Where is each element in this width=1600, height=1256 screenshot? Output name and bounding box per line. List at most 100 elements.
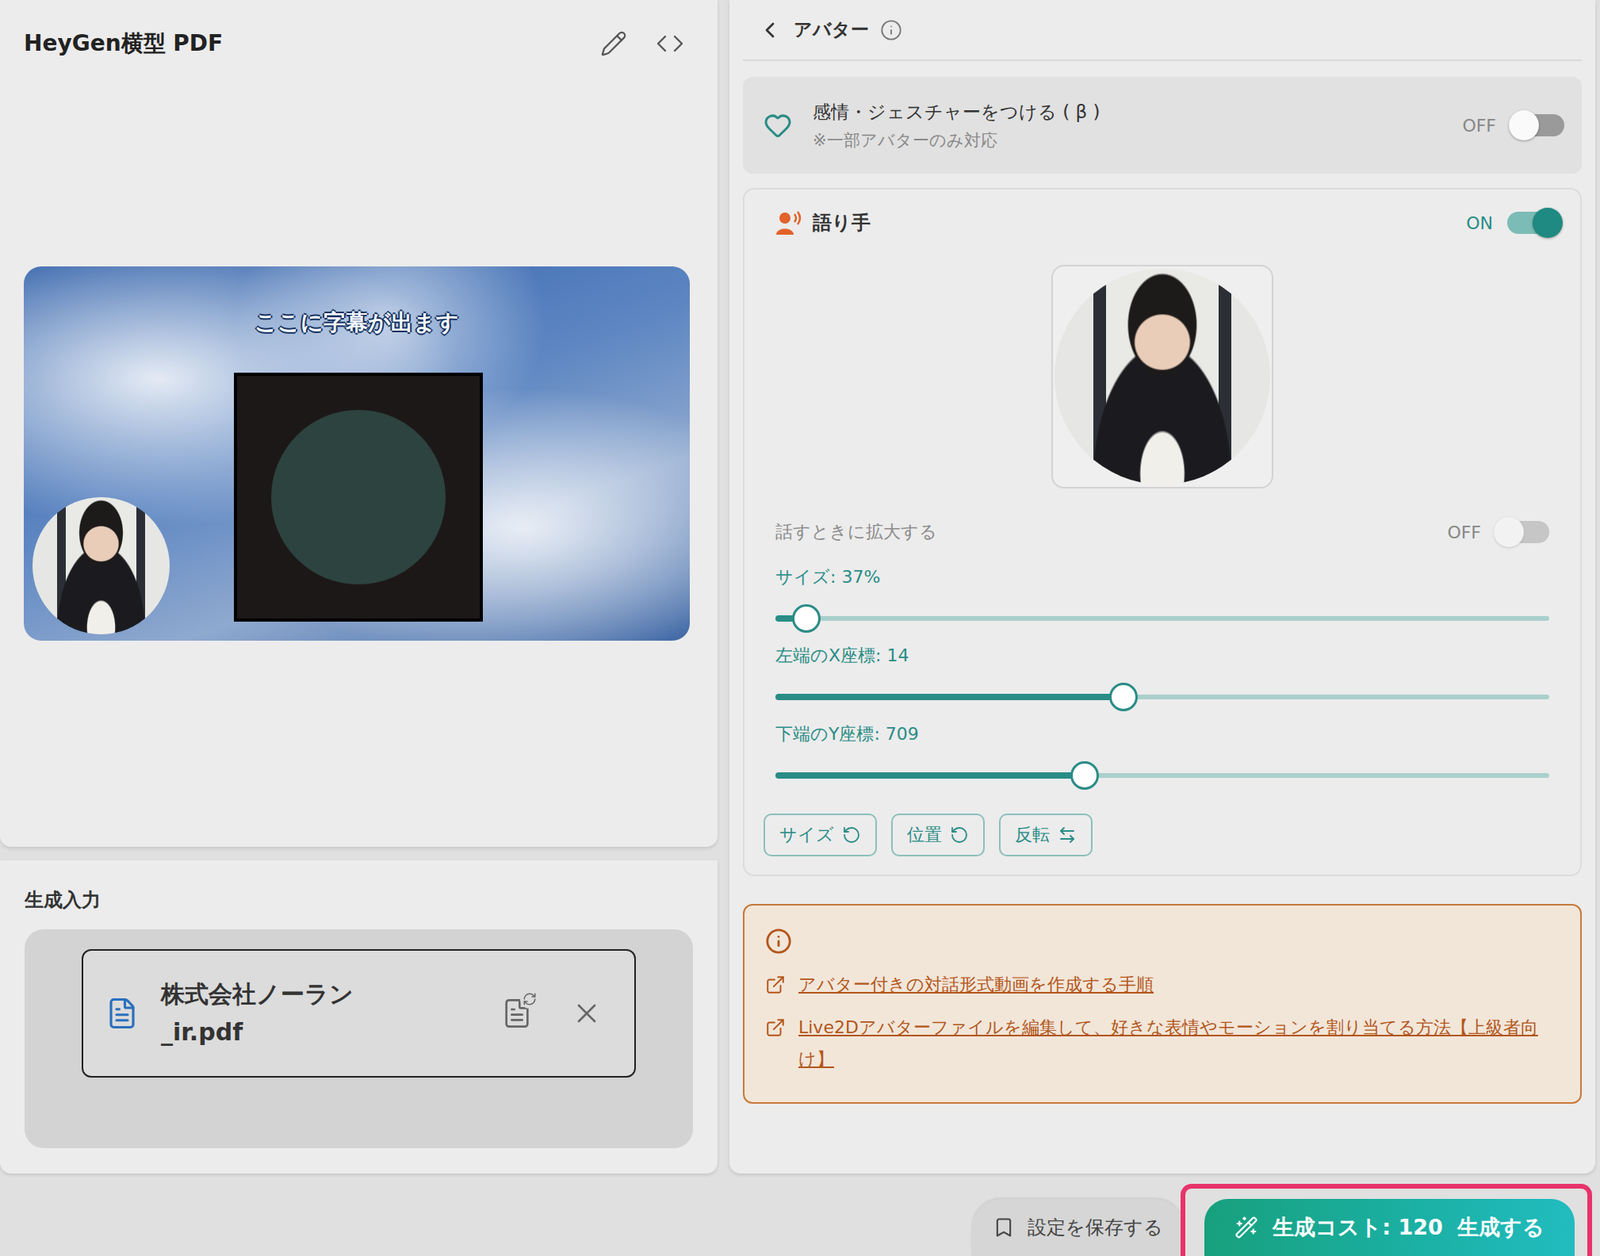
subtitle-text: ここに字幕が出ます [23, 307, 690, 338]
narrator-header: 語り手 ON [763, 209, 1562, 237]
editor-card: HeyGen横型 PDF ここに字幕が出ます [0, 0, 718, 847]
reset-icon [949, 825, 969, 845]
code-icon[interactable] [655, 29, 685, 58]
emotion-toggle-group: OFF [1462, 114, 1565, 137]
slider-track [775, 773, 1550, 778]
input-area: 株式会社ノーラン_ir.pdf [24, 929, 693, 1149]
slider-label: 下端のY座標: 709 [775, 722, 1550, 747]
info-box: アバター付きの対話形式動画を作成する手順 Live2Dアバターファイルを編集して、… [742, 903, 1582, 1104]
reset-button-row: サイズ 位置 反転 [763, 813, 1562, 857]
slider-group: 左端のX座標: 14 [775, 643, 1550, 713]
info-icon [765, 927, 793, 955]
help-link-row: アバター付きの対話形式動画を作成する手順 [765, 968, 1558, 1001]
heart-icon [763, 111, 793, 140]
slider-group: サイズ: 37% [775, 565, 1550, 635]
slider-thumb[interactable] [1109, 682, 1138, 712]
close-icon[interactable] [570, 997, 603, 1030]
emotion-card: 感情・ジェスチャーをつける ( β ) ※一部アバターのみ対応OFF [742, 76, 1582, 174]
link-list: アバター付きの対話形式動画を作成する手順 Live2Dアバターファイルを編集して、… [765, 968, 1558, 1076]
avatar-picker[interactable] [1051, 264, 1274, 489]
editor-header: HeyGen横型 PDF [23, 23, 693, 64]
avatar-photo [1054, 268, 1271, 485]
slider-fill [775, 772, 1085, 779]
link-icon-wrap [765, 1011, 786, 1044]
avatar-panel: アバター感情・ジェスチャーをつける ( β )※一部アバターのみ対応OFF語り手… [729, 0, 1596, 1174]
generate-button[interactable]: 生成コスト: 120生成する [1204, 1198, 1575, 1256]
page: HeyGen横型 PDF ここに字幕が出ます生成入力株式会社ノーラン_ir.pdf… [0, 0, 1600, 1256]
narrator-card: 語り手 ON 話すときに拡大する OFF サイズ: 37% 左端のX座標: 14 下端のY座… [742, 187, 1582, 877]
narrator-toggle[interactable] [1507, 211, 1562, 234]
external-link-icon [765, 974, 786, 996]
back-icon[interactable] [757, 17, 783, 43]
input-card: 生成入力株式会社ノーラン_ir.pdf [0, 860, 718, 1174]
slider-thumb[interactable] [792, 604, 821, 633]
speaker-icon [774, 209, 802, 237]
slider-label: 左端のX座標: 14 [775, 643, 1550, 668]
sample-logo [271, 409, 446, 585]
replace-file-button[interactable] [501, 997, 533, 1030]
slider-thumb[interactable] [1070, 761, 1099, 790]
file-name-line: 株式会社ノーラン [160, 975, 502, 1014]
editor-title: HeyGen横型 PDF [23, 28, 223, 59]
document-icon [105, 996, 139, 1030]
save-label: 設定を保存する [1027, 1214, 1164, 1241]
narrator-title: 語り手 [812, 210, 871, 236]
file-actions [501, 997, 603, 1030]
zoom-toggle-group: OFF [1446, 520, 1550, 544]
reset-button-label: 反転 [1014, 822, 1050, 847]
reset-button-label: サイズ [779, 822, 835, 847]
preview-avatar[interactable] [32, 497, 170, 635]
zoom-row: 話すときに拡大する OFF [775, 520, 1550, 544]
editor-actions [600, 29, 693, 58]
bookmark-icon [992, 1216, 1015, 1239]
external-link-icon [765, 1017, 786, 1038]
zoom-state: OFF [1446, 522, 1482, 543]
zoom-toggle[interactable] [1495, 520, 1550, 544]
reset-button-label: 位置 [907, 822, 942, 847]
file-card: 株式会社ノーラン_ir.pdf [81, 949, 636, 1078]
video-preview: ここに字幕が出ます [23, 266, 690, 641]
left-column: HeyGen横型 PDF ここに字幕が出ます生成入力株式会社ノーラン_ir.pdf [0, 0, 718, 1174]
refresh-icon [522, 991, 537, 1007]
wand-icon [1234, 1215, 1259, 1240]
file-name-line: _ir.pdf [160, 1013, 502, 1052]
help-link[interactable]: Live2Dアバターファイルを編集して、好きな表情やモーションを割り当てる方法【… [798, 1011, 1558, 1076]
emotion-note: ※一部アバターのみ対応 [812, 129, 1463, 152]
link-icon-wrap [765, 968, 786, 1001]
toggle-knob [1508, 110, 1539, 141]
info-icon[interactable] [880, 19, 903, 42]
slider-group: 下端のY座標: 709 [775, 722, 1550, 792]
emotion-toggle[interactable] [1510, 114, 1565, 137]
narrator-title-row: 語り手 [774, 209, 871, 237]
slider[interactable] [775, 759, 1550, 792]
panel-title: アバター [793, 17, 869, 43]
reset-button[interactable]: サイズ [763, 813, 877, 857]
toggle-knob [1493, 516, 1524, 548]
zoom-label: 話すときに拡大する [775, 520, 938, 544]
slider-section: 話すときに拡大する OFF サイズ: 37% 左端のX座標: 14 下端のY座標: 70… [763, 488, 1562, 792]
reset-button[interactable]: 反転 [999, 813, 1093, 857]
highlight-frame: 生成コスト: 120生成する [1180, 1183, 1593, 1256]
reset-icon [842, 825, 862, 845]
workspace: HeyGen横型 PDF ここに字幕が出ます生成入力株式会社ノーラン_ir.pdf… [0, 0, 1600, 1174]
slider[interactable] [775, 681, 1550, 713]
cost-label: 生成コスト: 120 [1272, 1213, 1444, 1242]
sample-image [233, 372, 483, 622]
footer-bar: 設定を保存する 生成コスト: 120生成する [0, 1173, 1600, 1256]
emotion-title: 感情・ジェスチャーをつける ( β ) [812, 99, 1463, 125]
slider[interactable] [775, 602, 1550, 635]
help-link[interactable]: アバター付きの対話形式動画を作成する手順 [798, 968, 1154, 1001]
flip-icon [1057, 825, 1077, 845]
narrator-state: ON [1466, 213, 1493, 234]
slider-fill [775, 693, 1124, 701]
panel-header: アバター [742, 0, 1582, 62]
slider-label: サイズ: 37% [775, 565, 1550, 590]
avatar-photo [32, 497, 170, 635]
refresh-badge [520, 989, 540, 1009]
emotion-state: OFF [1462, 115, 1497, 136]
toggle-knob [1532, 207, 1563, 238]
reset-button[interactable]: 位置 [891, 813, 985, 857]
pencil-icon[interactable] [600, 30, 628, 58]
save-settings-button[interactable]: 設定を保存する [972, 1198, 1184, 1256]
file-name: 株式会社ノーラン_ir.pdf [160, 975, 502, 1052]
